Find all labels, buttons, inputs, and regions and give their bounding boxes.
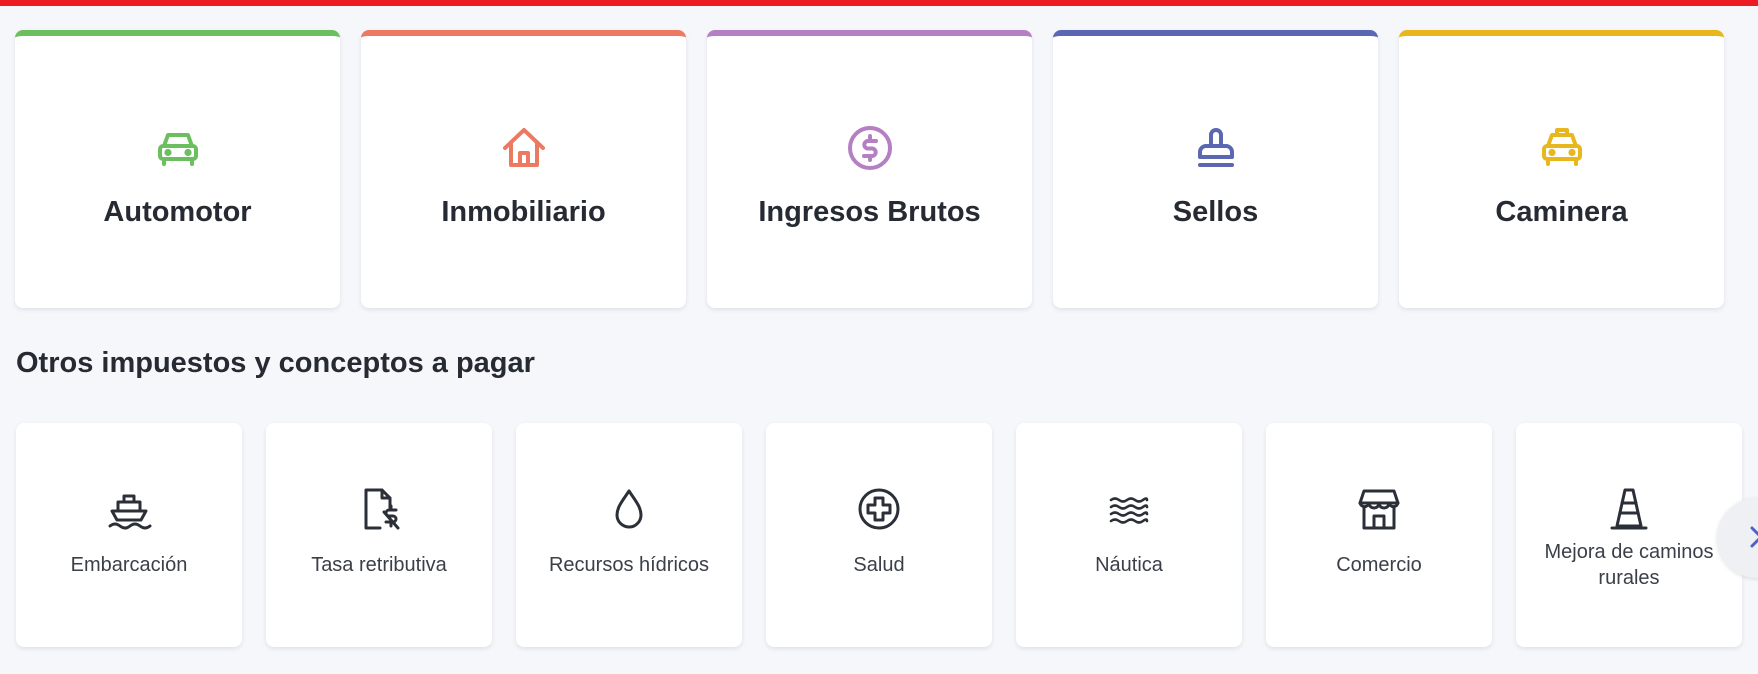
ship-icon [108,494,152,530]
traffic-cone-icon [1610,488,1648,530]
chevron-right-icon [1750,526,1758,548]
main-tax-cards: Automotor Inmobiliario Ingresos Brutos S… [15,30,1743,308]
card-nautica[interactable]: Náutica [1016,423,1242,647]
waves-icon [1109,497,1149,524]
card-sellos[interactable]: Sellos [1053,30,1378,308]
card-label: Automotor [103,196,252,228]
health-cross-icon [858,488,900,530]
house-icon [502,128,545,167]
card-label: Comercio [1336,554,1422,576]
card-inmobiliario[interactable]: Inmobiliario [361,30,686,308]
section-title: Otros impuestos y conceptos a pagar [16,347,535,379]
card-recursos-hidricos[interactable]: Recursos hídricos [516,423,742,647]
car-icon [157,133,198,166]
card-label: Inmobiliario [441,196,606,228]
card-label: Caminera [1495,196,1628,228]
taxi-icon [1541,128,1582,166]
card-label: Embarcación [70,554,188,576]
card-label: Ingresos Brutos [758,196,981,228]
card-salud[interactable]: Salud [766,423,992,647]
stamp-icon [1197,128,1234,167]
card-label: Recursos hídricos [548,554,710,576]
card-label: Mejora de caminos rurales [1544,541,1714,589]
card-tasa-retributiva[interactable]: Tasa retributiva [266,423,492,647]
card-ingresos-brutos[interactable]: Ingresos Brutos [707,30,1032,308]
water-drop-icon [615,489,643,529]
card-embarcacion[interactable]: Embarcación [16,423,242,647]
card-comercio[interactable]: Comercio [1266,423,1492,647]
dollar-circle-icon [847,126,892,170]
top-accent-line [0,0,1758,6]
card-caminera[interactable]: Caminera [1399,30,1724,308]
card-automotor[interactable]: Automotor [15,30,340,308]
card-label: Salud [853,554,905,576]
document-fee-icon [364,488,400,530]
other-tax-cards: Embarcación Tasa retributiva Recursos hí… [16,423,1742,647]
store-icon [1358,489,1400,530]
card-mejora-caminos-rurales[interactable]: Mejora de caminos rurales [1516,423,1742,647]
card-label: Náutica [1095,554,1163,576]
card-label: Sellos [1172,196,1259,228]
card-label: Tasa retributiva [311,554,447,576]
